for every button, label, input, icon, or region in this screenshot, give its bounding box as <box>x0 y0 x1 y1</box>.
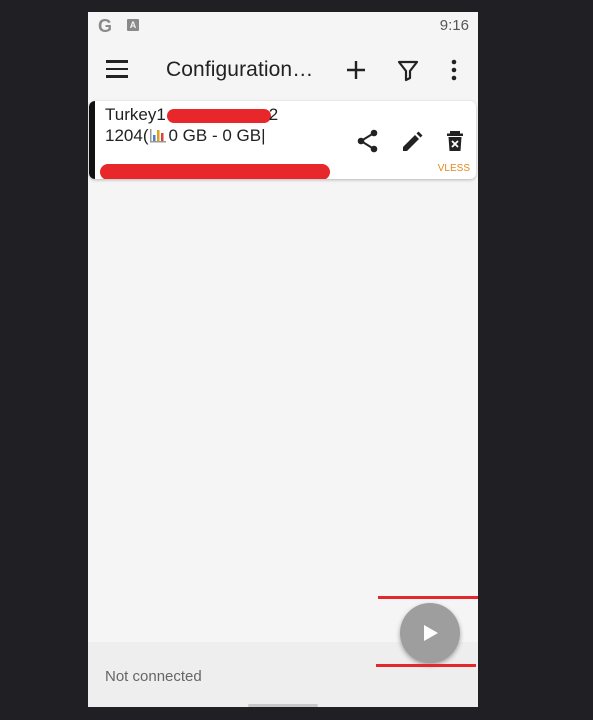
share-icon[interactable] <box>355 128 381 154</box>
server-name-prefix: Turkey1 <box>105 105 166 124</box>
page-title: Configuration… <box>166 58 314 81</box>
selected-indicator <box>89 101 95 179</box>
status-bar: G A 9:16 <box>88 12 478 42</box>
app-bar: Configuration… <box>88 42 478 98</box>
traffic-chart-icon <box>150 127 167 143</box>
connect-button[interactable] <box>400 603 460 663</box>
traffic-usage: 0 GB - 0 GB <box>168 126 262 145</box>
connection-status: Not connected <box>105 668 202 685</box>
phone-screen: G A 9:16 Configuration… Turkey1 2 1204( 0 … <box>88 12 478 707</box>
edit-icon[interactable] <box>399 128 425 154</box>
line-end: | <box>261 126 266 145</box>
play-icon <box>424 625 438 641</box>
add-icon[interactable] <box>342 56 370 84</box>
server-name: Turkey1 2 <box>105 105 278 125</box>
a-notification-icon: A <box>127 19 139 31</box>
menu-icon[interactable] <box>106 60 128 78</box>
annotation-line <box>378 596 478 599</box>
annotation-line <box>376 664 476 667</box>
server-name-suffix: 2 <box>268 105 279 124</box>
status-time: 9:16 <box>439 17 469 34</box>
more-vert-icon[interactable] <box>440 56 468 84</box>
redaction-mark <box>166 108 271 123</box>
delete-icon[interactable] <box>442 128 468 154</box>
redaction-mark <box>100 164 330 179</box>
filter-icon[interactable] <box>394 56 422 84</box>
server-card[interactable]: Turkey1 2 1204( 0 GB - 0 GB| VLESS <box>89 101 476 179</box>
google-icon: G <box>98 16 113 36</box>
protocol-badge: VLESS <box>437 163 470 174</box>
server-traffic-line: 1204( 0 GB - 0 GB| <box>105 126 266 146</box>
nav-handle <box>248 704 318 707</box>
server-address-prefix: 1204( <box>105 126 149 145</box>
